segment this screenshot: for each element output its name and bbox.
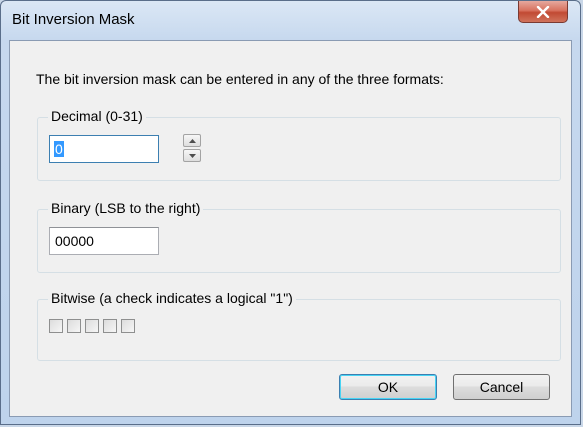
- intro-text: The bit inversion mask can be entered in…: [36, 71, 444, 87]
- title-bar[interactable]: Bit Inversion Mask: [1, 1, 580, 39]
- dialog-body: The bit inversion mask can be entered in…: [9, 40, 572, 417]
- cancel-button[interactable]: Cancel: [453, 374, 550, 400]
- decimal-spinner[interactable]: [183, 134, 203, 164]
- close-button[interactable]: [518, 1, 568, 23]
- bit-checkbox-0[interactable]: [121, 319, 135, 333]
- bit-checkbox-2[interactable]: [85, 319, 99, 333]
- window-title: Bit Inversion Mask: [12, 11, 135, 28]
- bit-checkbox-4[interactable]: [49, 319, 63, 333]
- bitwise-group: Bitwise (a check indicates a logical "1"…: [37, 290, 561, 361]
- spinner-up-button[interactable]: [183, 134, 201, 147]
- decimal-value: 0: [54, 141, 64, 157]
- bitwise-label: Bitwise (a check indicates a logical "1"…: [48, 290, 296, 306]
- bit-checkboxes: [49, 319, 135, 333]
- binary-label: Binary (LSB to the right): [48, 200, 204, 216]
- spinner-down-button[interactable]: [183, 149, 201, 162]
- decimal-group: Decimal (0-31) 0: [37, 108, 561, 181]
- binary-input[interactable]: [49, 227, 159, 255]
- close-icon: [536, 5, 550, 18]
- triangle-up-icon: [188, 138, 196, 143]
- binary-group: Binary (LSB to the right): [37, 200, 561, 273]
- bit-checkbox-1[interactable]: [103, 319, 117, 333]
- decimal-label: Decimal (0-31): [48, 108, 146, 124]
- decimal-input[interactable]: 0: [49, 135, 159, 163]
- triangle-down-icon: [188, 153, 196, 158]
- bit-checkbox-3[interactable]: [67, 319, 81, 333]
- dialog-window: Bit Inversion Mask The bit inversion mas…: [0, 0, 581, 425]
- ok-button[interactable]: OK: [339, 374, 437, 400]
